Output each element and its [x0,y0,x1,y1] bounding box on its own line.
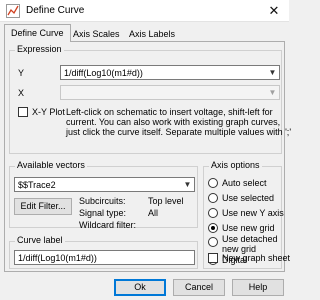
wildcard-filter-label: Wildcard filter: [79,220,137,230]
chevron-down-icon[interactable]: ▼ [266,86,279,99]
xy-plot-label: X-Y Plot [32,107,65,117]
expression-group-title: Expression [15,44,64,54]
x-label: X [18,88,25,98]
help-line-3: just click the curve itself. Separate mu… [66,127,292,137]
cancel-button[interactable]: Cancel [173,279,225,296]
radio-use-selected[interactable] [208,193,218,203]
xy-plot-checkbox[interactable] [18,107,28,117]
title-bar: Define Curve ✕ [0,0,289,22]
vectors-selected: $$Trace2 [18,180,56,190]
curve-label-value: 1/diff(Log10(m1#d)) [18,253,97,263]
ok-button[interactable]: Ok [114,279,166,296]
radio-use-new-y-axis[interactable] [208,208,218,218]
close-icon[interactable]: ✕ [259,0,289,22]
chevron-down-icon[interactable]: ▼ [181,178,194,191]
tab-define-curve[interactable]: Define Curve [4,24,71,42]
use-new-grid-label: Use new grid [222,223,275,233]
use-detached-label: Use detached new grid [222,234,278,254]
signal-type-value: All [148,208,159,218]
tab-axis-scales[interactable]: Axis Scales [66,25,127,41]
expression-group: Expression Y 1/diff(Log10(m1#d)) ▼ X ▼ X… [9,44,291,154]
y-expression-combo[interactable]: 1/diff(Log10(m1#d)) ▼ [60,65,280,80]
curve-label-title: Curve label [15,235,65,245]
help-line-1: Left-click on schematic to insert voltag… [66,107,273,117]
new-graph-sheet-checkbox[interactable] [208,253,218,263]
tab-axis-labels[interactable]: Axis Labels [122,25,182,41]
subcircuits-value: Top level [148,196,184,206]
use-detached-line-1: Use detached [222,234,278,244]
subcircuits-label: Subcircuits: [79,196,126,206]
dialog-button-bar: Ok Cancel Help [0,274,289,300]
window-title: Define Curve [26,5,85,16]
define-curve-panel: Expression Y 1/diff(Log10(m1#d)) ▼ X ▼ X… [4,41,291,272]
curve-label-input[interactable]: 1/diff(Log10(m1#d)) [14,250,195,265]
radio-use-new-grid[interactable] [208,223,218,233]
signal-type-label: Signal type: [79,208,127,218]
chevron-down-icon[interactable]: ▼ [266,66,279,79]
available-vectors-group: Available vectors $$Trace2 ▼ Edit Filter… [9,160,198,230]
use-new-y-axis-label: Use new Y axis [222,208,284,218]
auto-select-label: Auto select [222,178,267,188]
edit-filter-button[interactable]: Edit Filter... [14,198,72,215]
available-vectors-title: Available vectors [15,160,87,170]
radio-use-detached-new-grid[interactable] [208,237,218,247]
tab-strip: Define Curve Axis Scales Axis Labels [4,24,285,42]
use-selected-label: Use selected [222,193,275,203]
vectors-combo[interactable]: $$Trace2 ▼ [14,177,195,192]
help-line-2: current. You can also work with existing… [66,117,281,127]
new-graph-sheet-label: New graph sheet [222,253,291,263]
radio-auto-select[interactable] [208,178,218,188]
y-expression-value: 1/diff(Log10(m1#d)) [64,68,143,78]
axis-options-title: Axis options [209,160,262,170]
curve-label-group: Curve label 1/diff(Log10(m1#d)) [9,235,198,269]
y-label: Y [18,68,25,78]
x-expression-combo[interactable]: ▼ [60,85,280,100]
expression-help-text: Left-click on schematic to insert voltag… [66,107,291,137]
help-button[interactable]: Help [232,279,284,296]
define-curve-app-icon [6,4,20,18]
